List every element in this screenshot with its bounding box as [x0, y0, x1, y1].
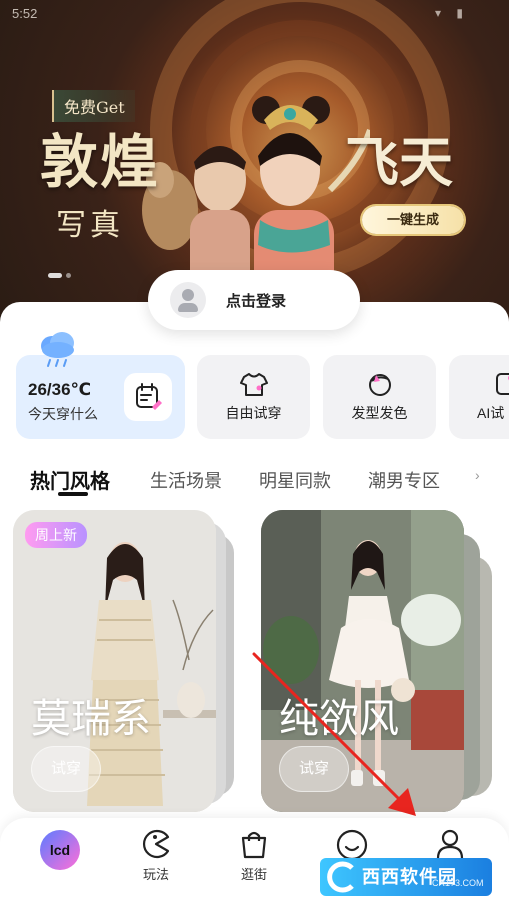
tab-men[interactable]: 潮男专区 — [368, 467, 440, 493]
status-icons: ▾ ▮ — [435, 6, 469, 20]
nav-shop[interactable]: 逛街 — [224, 828, 284, 883]
nav-message[interactable] — [322, 828, 382, 862]
watermark-c-icon — [327, 861, 354, 893]
nav-label: 逛街 — [240, 867, 267, 882]
nav-home[interactable]: lcd — [30, 828, 90, 872]
carousel-indicator — [48, 265, 75, 283]
style-card-morandi[interactable]: 周上新 莫瑞系 试穿 — [13, 510, 216, 812]
nav-profile[interactable] — [420, 828, 480, 860]
tab-celebrity[interactable]: 明星同款 — [259, 467, 331, 493]
generate-button[interactable]: 一键生成 — [362, 206, 464, 234]
tab-hot-style[interactable]: 热门风格 — [30, 465, 110, 494]
smile-icon — [336, 829, 368, 861]
banner-title: 敦煌 — [40, 128, 161, 196]
carousel-dot — [66, 273, 71, 278]
feature-free-try[interactable]: 自由试穿 — [197, 355, 310, 439]
weather-temperature: 26/36℃ — [28, 380, 92, 399]
profile-icon — [436, 829, 464, 859]
watermark-logo: 西西软件园 CR173.COM — [320, 858, 492, 896]
watermark-subtext: CR173.COM — [432, 878, 484, 888]
try-on-button[interactable]: 试穿 — [31, 746, 101, 792]
nav-label: 玩法 — [142, 867, 169, 882]
pacman-icon — [143, 829, 170, 859]
carousel-dot-active — [48, 273, 62, 278]
weather-label: 今天穿什么 — [28, 406, 98, 422]
new-badge: 周上新 — [25, 522, 87, 548]
shopping-bag-icon — [241, 831, 267, 859]
feature-ai-try[interactable]: AI试 — [449, 355, 509, 439]
feature-label: 发型发色 — [351, 405, 408, 421]
hair-icon — [368, 374, 391, 396]
login-button[interactable]: 点击登录 — [148, 270, 360, 330]
banner-subtitle: 写真 — [56, 208, 124, 243]
tab-life-scene[interactable]: 生活场景 — [150, 467, 222, 493]
card-title: 莫瑞系 — [31, 696, 151, 742]
feature-label: 自由试穿 — [225, 405, 282, 421]
home-logo-icon: lcd — [40, 830, 80, 870]
feature-label: AI试 — [477, 405, 505, 421]
ai-try-icon — [496, 373, 509, 395]
tab-active-indicator — [58, 492, 88, 496]
tshirt-icon — [239, 373, 268, 396]
feature-hair-color[interactable]: 发型发色 — [323, 355, 436, 439]
calendar-edit-icon — [124, 373, 172, 421]
status-time: 5:52 — [12, 6, 38, 21]
avatar-icon — [170, 282, 206, 318]
login-label: 点击登录 — [226, 293, 287, 310]
red-arrow-annotation — [252, 652, 416, 816]
tab-more-icon[interactable]: › — [475, 467, 480, 483]
rain-cloud-icon — [41, 332, 74, 367]
nav-play[interactable]: 玩法 — [126, 828, 186, 883]
svg-text:lcd: lcd — [50, 842, 70, 858]
banner-title-right: 飞天 — [345, 130, 453, 194]
